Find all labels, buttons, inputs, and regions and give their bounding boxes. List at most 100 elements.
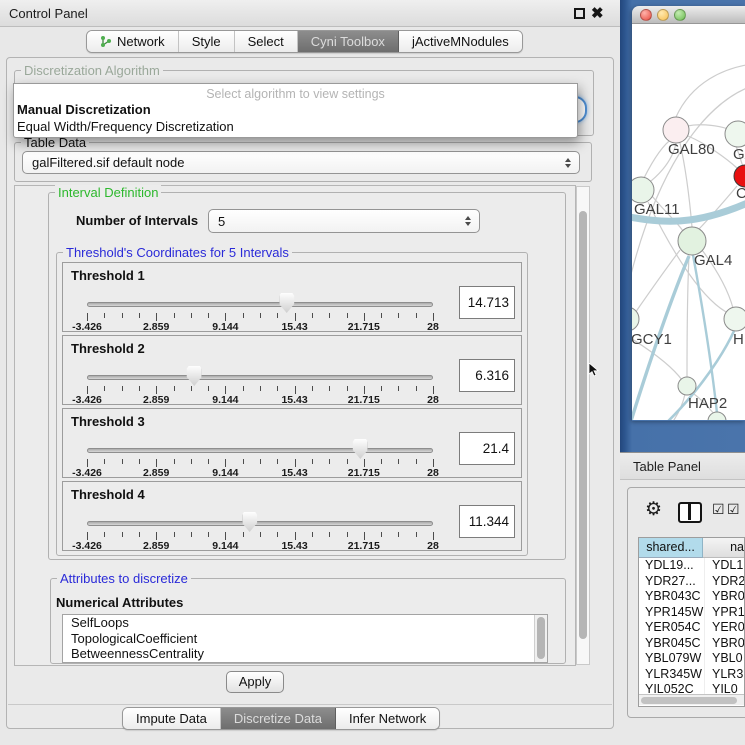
threshold-slider-thumb[interactable] bbox=[279, 293, 294, 313]
float-window-icon[interactable] bbox=[574, 8, 585, 19]
tick-mark bbox=[433, 459, 434, 467]
network-node[interactable] bbox=[708, 412, 726, 420]
tick-mark bbox=[122, 386, 123, 391]
network-node-gal4[interactable] bbox=[678, 227, 706, 255]
apply-button[interactable]: Apply bbox=[226, 671, 284, 693]
table-row[interactable]: YBR045CYBR0 bbox=[639, 636, 744, 652]
algorithm-option-equal-width-frequency-discretization[interactable]: Equal Width/Frequency Discretization bbox=[14, 118, 577, 135]
checkbox-icon[interactable]: ☑ bbox=[727, 501, 740, 518]
tab-discretize-data[interactable]: Discretize Data bbox=[221, 708, 336, 729]
tick-mark bbox=[295, 459, 296, 467]
tab-infer-network[interactable]: Infer Network bbox=[336, 708, 439, 729]
column-header-shared-name[interactable]: shared... bbox=[639, 538, 703, 558]
tick-mark bbox=[139, 313, 140, 318]
column-header-name[interactable]: na bbox=[703, 538, 744, 558]
close-icon[interactable]: ✖ bbox=[591, 4, 604, 22]
tick-label: 9.144 bbox=[212, 540, 238, 552]
tick-mark bbox=[139, 386, 140, 391]
tab-cyni-toolbox[interactable]: Cyni Toolbox bbox=[298, 31, 399, 52]
tick-mark bbox=[295, 386, 296, 394]
tick-label: -3.426 bbox=[72, 540, 102, 552]
vertical-scrollbar[interactable] bbox=[576, 186, 590, 665]
table-row[interactable]: YBR043CYBR0 bbox=[639, 589, 744, 605]
tick-label: 21.715 bbox=[348, 467, 380, 479]
tick-label: 15.43 bbox=[281, 540, 307, 552]
threshold-panel-3: Threshold 3-3.4262.8599.14415.4321.71528… bbox=[62, 408, 522, 478]
network-node-ga[interactable] bbox=[725, 121, 745, 147]
gear-icon[interactable]: ⚙ bbox=[645, 499, 662, 521]
split-view-icon[interactable] bbox=[678, 502, 702, 523]
close-traffic-light-icon[interactable] bbox=[640, 9, 652, 21]
table-horizontal-scrollbar[interactable] bbox=[639, 694, 744, 705]
table-cell-shared-name: YER054C bbox=[639, 620, 705, 636]
network-node-h[interactable] bbox=[724, 307, 745, 331]
vertical-scrollbar-thumb[interactable] bbox=[579, 211, 587, 639]
threshold-value-field[interactable]: 11.344 bbox=[459, 505, 515, 538]
threshold-slider-thumb[interactable] bbox=[242, 512, 257, 532]
threshold-value-field[interactable]: 21.4 bbox=[459, 432, 515, 465]
threshold-slider-thumb[interactable] bbox=[353, 439, 368, 459]
number-of-intervals-combobox[interactable]: 5 bbox=[208, 209, 480, 233]
minimize-traffic-light-icon[interactable] bbox=[657, 9, 669, 21]
table-row[interactable]: YBL079WYBL0 bbox=[639, 651, 744, 667]
tick-mark bbox=[243, 386, 244, 391]
tick-mark bbox=[433, 386, 434, 394]
tab-label: Style bbox=[192, 34, 221, 49]
threshold-value-field[interactable]: 6.316 bbox=[459, 359, 515, 392]
table-row[interactable]: YDL19...YDL1 bbox=[639, 558, 744, 574]
threshold-label: Threshold 2 bbox=[71, 341, 145, 356]
zoom-traffic-light-icon[interactable] bbox=[674, 9, 686, 21]
tick-mark bbox=[225, 459, 226, 467]
table-data-combobox[interactable]: galFiltered.sif default node bbox=[22, 151, 580, 174]
tick-mark bbox=[347, 386, 348, 391]
algorithm-option-manual-discretization[interactable]: Manual Discretization bbox=[14, 101, 577, 118]
table-row[interactable]: YER054CYER0 bbox=[639, 620, 744, 636]
attribute-item-selfloops[interactable]: SelfLoops bbox=[63, 615, 547, 631]
threshold-slider-track[interactable] bbox=[87, 521, 433, 526]
numerical-attributes-list[interactable]: SelfLoopsTopologicalCoefficientBetweenne… bbox=[62, 614, 548, 663]
tab-jactivemnodules[interactable]: jActiveMNodules bbox=[399, 31, 522, 52]
threshold-slider-track[interactable] bbox=[87, 302, 433, 307]
network-node-gal80[interactable] bbox=[663, 117, 689, 143]
tick-label: 21.715 bbox=[348, 540, 380, 552]
threshold-slider-track[interactable] bbox=[87, 375, 433, 380]
table-row[interactable]: YDR27...YDR2 bbox=[639, 574, 744, 590]
tab-impute-data[interactable]: Impute Data bbox=[123, 708, 221, 729]
tab-style[interactable]: Style bbox=[179, 31, 235, 52]
checkbox-icon[interactable]: ☑ bbox=[712, 501, 725, 518]
tick-mark bbox=[381, 386, 382, 391]
tick-mark bbox=[398, 532, 399, 537]
tab-select[interactable]: Select bbox=[235, 31, 298, 52]
table-cell-name: YBR0 bbox=[705, 589, 744, 605]
threshold-slider-thumb[interactable] bbox=[187, 366, 202, 386]
tick-mark bbox=[104, 386, 105, 391]
network-icon bbox=[100, 35, 112, 48]
tick-mark bbox=[312, 386, 313, 391]
network-canvas[interactable]: GAL80GACGAL11GAL4GCY1HHAP2 bbox=[632, 24, 745, 420]
list-scrollbar[interactable] bbox=[534, 615, 547, 662]
tick-label: 2.859 bbox=[143, 540, 169, 552]
network-node-gcy1[interactable] bbox=[632, 307, 639, 331]
tab-network[interactable]: Network bbox=[87, 31, 179, 52]
tick-label: 28 bbox=[427, 394, 439, 406]
attribute-item-betweennesscentrality[interactable]: BetweennessCentrality bbox=[63, 646, 547, 662]
slider-tick-labels: -3.4262.8599.14415.4321.71528 bbox=[87, 321, 433, 331]
threshold-panel-4: Threshold 4-3.4262.8599.14415.4321.71528… bbox=[62, 481, 522, 551]
threshold-value-field[interactable]: 14.713 bbox=[459, 286, 515, 319]
threshold-slider-track[interactable] bbox=[87, 448, 433, 453]
table-horizontal-scrollbar-thumb[interactable] bbox=[641, 697, 737, 704]
table-row[interactable]: YLR345WYLR3 bbox=[639, 667, 744, 683]
algorithm-dropdown-popup: Select algorithm to view settings Manual… bbox=[13, 83, 578, 138]
list-scrollbar-thumb[interactable] bbox=[537, 617, 545, 659]
tick-mark bbox=[174, 459, 175, 464]
table-row[interactable]: YPR145WYPR1 bbox=[639, 605, 744, 621]
network-node-gal11[interactable] bbox=[632, 177, 654, 203]
table-cell-name: YER0 bbox=[705, 620, 744, 636]
node-attribute-table[interactable]: shared... na YDL19...YDL1YDR27...YDR2YBR… bbox=[638, 537, 745, 707]
attribute-item-topologicalcoefficient[interactable]: TopologicalCoefficient bbox=[63, 631, 547, 647]
tick-label: 15.43 bbox=[281, 467, 307, 479]
tick-label: 28 bbox=[427, 540, 439, 552]
network-node-c[interactable] bbox=[734, 165, 745, 187]
network-node-hap2[interactable] bbox=[678, 377, 696, 395]
tick-mark bbox=[87, 313, 88, 321]
